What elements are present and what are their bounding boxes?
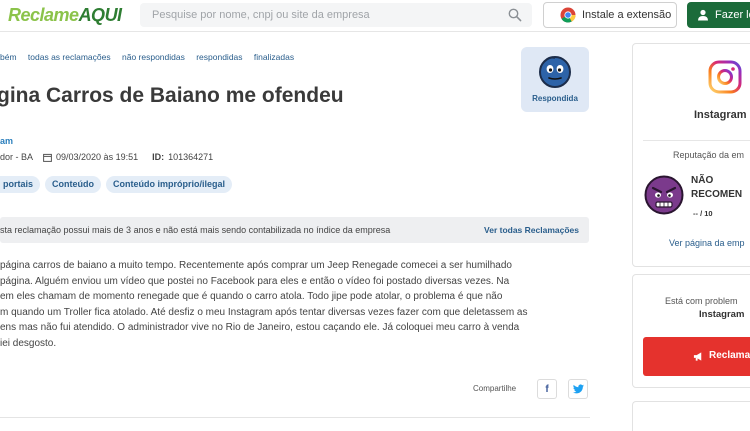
tag-content[interactable]: Conteúdo [45,176,102,193]
share-label: Compartilhe [473,384,517,393]
status-badge: Respondida [521,47,589,112]
breadcrumb-item-all[interactable]: bém [0,52,17,62]
location-text: dor - BA [0,152,34,162]
twitter-share-button[interactable] [568,379,588,399]
reputation-label: Reputação da em [673,150,745,160]
problem-company: Instagram [699,309,745,320]
top-bar: ReclameAQUI Instale a extensão Fazer lo [0,0,750,32]
breadcrumb-item-answered[interactable]: respondidas [196,52,242,62]
complaint-meta: dor - BA 09/03/2020 às 19:51 ID: 1013642… [0,152,213,162]
login-button[interactable]: Fazer lo [687,2,750,28]
status-badge-label: Respondida [532,94,578,103]
view-all-complaints-link[interactable]: Ver todas Reclamações [484,225,579,235]
calendar-icon [43,153,52,162]
body-line: em eles chamam de momento renegade que é… [0,291,503,303]
search-box [140,3,532,27]
facebook-share-button[interactable]: f [537,379,557,399]
problem-card: Está com problem Instagram Reclama [632,274,750,388]
chrome-icon [560,7,576,23]
divider [643,140,750,141]
search-input[interactable] [150,6,500,24]
megaphone-icon [693,352,702,361]
reputation-status: NÃO RECOMEN [691,174,742,202]
file-complaint-button[interactable]: Reclama [643,337,750,376]
id-label: ID: [152,152,165,162]
reputation-status-line: RECOMEN [691,189,743,200]
twitter-icon [572,384,584,394]
author-name[interactable]: am [0,136,13,146]
breadcrumb-item-unanswered[interactable]: não respondidas [122,52,185,62]
notice-banner: sta reclamação possui mais de 3 anos e n… [0,217,589,243]
reputation-score: -- / 10 [693,209,713,218]
body-line: página carros de baiano a muito tempo. R… [0,260,512,271]
company-card: Instagram Reputação da em NÃO RECOMEN --… [632,43,750,267]
complaint-body: página carros de baiano a muito tempo. R… [0,258,592,352]
body-line: página. Alguém enviou um vídeo que poste… [0,275,510,287]
facebook-icon: f [545,383,549,395]
date-text: 09/03/2020 às 19:51 [56,152,139,162]
install-extension-label: Instale a extensão [582,9,672,21]
view-company-page-link[interactable]: Ver página da emp [669,238,745,248]
tag-portals[interactable]: portais [0,176,41,193]
login-label: Fazer lo [715,9,750,21]
body-line: iei desgosto. [0,337,57,349]
breadcrumb-item-all-complaints[interactable]: todas as reclamações [28,52,111,62]
reclame-aqui-logo[interactable]: ReclameAQUI [8,5,122,26]
search-icon[interactable] [508,8,522,22]
file-complaint-label: Reclama [709,350,750,361]
breadcrumb: bém todas as reclamações não respondidas… [0,52,303,62]
body-line: ens mas não fui atendido. O administrado… [0,322,520,334]
logo-text-aqui: AQUI [78,5,123,25]
user-icon [698,9,708,21]
tag-improper-content[interactable]: Conteúdo impróprio/ilegal [106,176,233,193]
complaint-title: gina Carros de Baiano me ofendeu [0,84,344,107]
notice-text: sta reclamação possui mais de 3 anos e n… [0,225,391,235]
smiley-face-icon [539,56,571,88]
instagram-logo-icon[interactable] [707,59,743,95]
id-value: 101364271 [168,152,214,162]
problem-question: Está com problem [665,296,738,306]
breadcrumb-item-finished[interactable]: finalizadas [254,52,294,62]
install-extension-button[interactable]: Instale a extensão [543,2,677,28]
body-line: m quando um Troller fica atolado. Até de… [0,306,528,318]
sidebar-card [632,401,750,431]
angry-face-icon [644,175,684,215]
company-name[interactable]: Instagram [694,109,747,121]
logo-text-reclame: Reclame [8,5,79,25]
reputation-status-line: NÃO [691,175,714,186]
tag-list: portais Conteúdo Conteúdo impróprio/ileg… [0,176,237,193]
divider [0,417,590,418]
